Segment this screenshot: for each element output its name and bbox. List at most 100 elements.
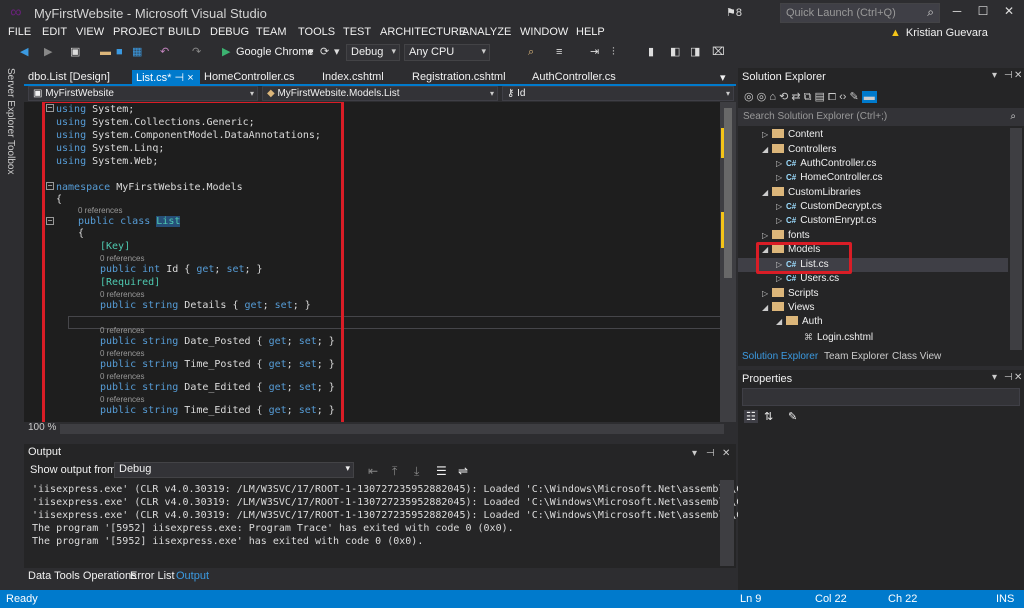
wrench-icon[interactable]: ✎ <box>850 91 859 103</box>
open-file-icon[interactable]: ▬ <box>100 44 111 60</box>
redo-icon[interactable]: ↷ <box>192 44 201 60</box>
bookmark-next-icon[interactable]: ◨ <box>690 44 700 60</box>
menu-test[interactable]: TEST <box>343 26 371 38</box>
start-debug-icon[interactable]: ▶ <box>222 44 230 60</box>
tree-item-homecontroller[interactable]: ▷ C# HomeController.cs <box>776 171 883 185</box>
output-source-select[interactable]: Debug ▾ <box>114 462 354 478</box>
project-dropdown[interactable]: ▣ MyFirstWebsite ▾ <box>28 86 258 101</box>
tree-item-fonts[interactable]: ▷ fonts <box>762 229 810 243</box>
refresh-icon[interactable]: ⇄ <box>791 91 800 103</box>
scrollbar-thumb[interactable] <box>724 108 732 278</box>
find-message-icon[interactable]: ⇤ <box>368 464 378 478</box>
menu-team[interactable]: TEAM <box>256 26 287 38</box>
forward-icon[interactable]: ◎ <box>757 91 767 103</box>
preview-icon[interactable]: ▬ <box>861 91 877 103</box>
property-pages-icon[interactable]: ✎ <box>788 410 797 423</box>
collapse-icon[interactable]: ◢ <box>762 301 772 315</box>
type-dropdown[interactable]: ◆ MyFirstWebsite.Models.List ▾ <box>262 86 498 101</box>
server-explorer-tab[interactable]: Server Explorer <box>5 68 16 137</box>
save-icon[interactable]: ■ <box>116 44 123 60</box>
maximize-button[interactable]: ☐ <box>970 4 996 22</box>
menu-file[interactable]: FILE <box>8 26 31 38</box>
tree-item-customdecrypt[interactable]: ▷ C# CustomDecrypt.cs <box>776 200 882 214</box>
tab-team-explorer[interactable]: Team Explorer <box>824 351 888 362</box>
tree-scrollbar[interactable] <box>1010 128 1022 350</box>
indent-icon[interactable]: ⇥ <box>590 44 599 60</box>
chevron-down-icon[interactable]: ▾ <box>992 372 997 383</box>
home-icon[interactable]: ⌂ <box>769 91 776 103</box>
solution-search-input[interactable]: Search Solution Explorer (Ctrl+;) ⌕ <box>738 108 1024 126</box>
save-all-icon[interactable]: ▦ <box>132 44 142 60</box>
editor-horizontal-scrollbar[interactable] <box>60 424 724 434</box>
clear-bookmarks-icon[interactable]: ⌧ <box>712 44 725 60</box>
chevron-down-icon[interactable]: ▾ <box>308 44 314 60</box>
close-icon[interactable]: ✕ <box>1014 70 1022 81</box>
expand-icon[interactable]: ▷ <box>776 157 786 171</box>
undo-icon[interactable]: ↶ <box>160 44 169 60</box>
platform-select[interactable]: Any CPU ▾ <box>404 44 490 61</box>
comment-icon[interactable]: ⫶ <box>612 44 615 60</box>
run-target-button[interactable]: Google Chrome <box>236 44 314 60</box>
menu-window[interactable]: WINDOW <box>520 26 568 38</box>
menu-help[interactable]: HELP <box>576 26 605 38</box>
menu-edit[interactable]: EDIT <box>42 26 67 38</box>
menu-build[interactable]: BUILD <box>168 26 200 38</box>
tree-item-views[interactable]: ◢ Views <box>762 301 815 315</box>
view-code-icon[interactable]: ‹› <box>839 91 846 103</box>
expand-icon[interactable]: ▷ <box>776 214 786 228</box>
chevron-down-icon[interactable]: ▾ <box>992 70 997 81</box>
close-icon[interactable]: × <box>187 72 193 84</box>
notifications-button[interactable]: ⚑8 <box>726 6 742 19</box>
tree-item-controllers[interactable]: ◢ Controllers <box>762 143 836 157</box>
output-scrollbar[interactable] <box>720 480 734 566</box>
menu-analyze[interactable]: ANALYZE <box>462 26 511 38</box>
member-dropdown[interactable]: ⚷ Id ▾ <box>502 86 734 101</box>
pin-icon[interactable]: ⊣ <box>706 448 715 459</box>
close-icon[interactable]: ✕ <box>722 448 730 459</box>
format-icon[interactable]: ≡ <box>556 44 562 60</box>
sync-icon[interactable]: ⟲ <box>779 91 788 103</box>
expand-icon[interactable]: ▷ <box>776 171 786 185</box>
alphabetical-icon[interactable]: ⇅ <box>764 410 773 423</box>
collapse-icon[interactable]: ◢ <box>762 143 772 157</box>
expand-icon[interactable]: ▷ <box>776 272 786 286</box>
tree-item-content[interactable]: ▷ Content <box>762 128 823 142</box>
expand-icon[interactable]: ▷ <box>762 128 772 142</box>
expand-icon[interactable]: ▷ <box>762 287 772 301</box>
tab-solution-explorer[interactable]: Solution Explorer <box>742 351 818 362</box>
tree-item-authcontroller[interactable]: ▷ C# AuthController.cs <box>776 157 876 171</box>
new-project-icon[interactable]: ▣ <box>70 44 80 60</box>
menu-tools[interactable]: TOOLS <box>298 26 335 38</box>
bookmark-icon[interactable]: ▮ <box>648 44 654 60</box>
menu-project[interactable]: PROJECT <box>113 26 164 38</box>
close-button[interactable]: ✕ <box>996 4 1022 22</box>
forward-icon[interactable]: ▶ <box>44 44 52 60</box>
close-icon[interactable]: ✕ <box>1014 372 1022 383</box>
quick-launch-input[interactable]: Quick Launch (Ctrl+Q) ⌕ <box>780 3 940 23</box>
chevron-down-icon[interactable]: ▾ <box>692 448 697 459</box>
menu-debug[interactable]: DEBUG <box>210 26 249 38</box>
pin-icon[interactable]: ⊣ <box>175 72 185 84</box>
tree-item-auth[interactable]: ◢ Auth <box>776 315 823 329</box>
next-message-icon[interactable]: ⤓ <box>414 464 419 479</box>
tree-item-scripts[interactable]: ▷ Scripts <box>762 287 819 301</box>
editor-vertical-scrollbar[interactable] <box>720 102 736 422</box>
chevron-down-icon[interactable]: ▾ <box>334 44 340 60</box>
properties-icon[interactable]: ⧠ <box>828 91 836 103</box>
collapse-all-icon[interactable]: ⧉ <box>804 91 812 103</box>
tree-item-users-cs[interactable]: ▷ C# Users.cs <box>776 272 839 286</box>
tree-item-customlibraries[interactable]: ◢ CustomLibraries <box>762 186 861 200</box>
tab-error-list[interactable]: Error List <box>130 570 175 582</box>
toolbox-tab[interactable]: Toolbox <box>5 140 16 174</box>
refresh-icon[interactable]: ⟳ <box>320 44 329 60</box>
expand-icon[interactable]: ▷ <box>762 229 772 243</box>
tab-data-tools-operations[interactable]: Data Tools Operations <box>28 570 137 582</box>
tab-output[interactable]: Output <box>176 570 209 582</box>
code-editor[interactable]: − − − using System; using System.Collect… <box>24 102 736 422</box>
find-in-files-icon[interactable]: ⌕ <box>528 44 534 60</box>
zoom-level[interactable]: 100 % <box>28 422 56 433</box>
back-icon[interactable]: ◀ <box>20 44 28 60</box>
menu-architecture[interactable]: ARCHITECTURE <box>380 26 466 38</box>
pin-icon[interactable]: ⊣ <box>1004 70 1013 81</box>
collapse-icon[interactable]: ◢ <box>776 315 786 329</box>
